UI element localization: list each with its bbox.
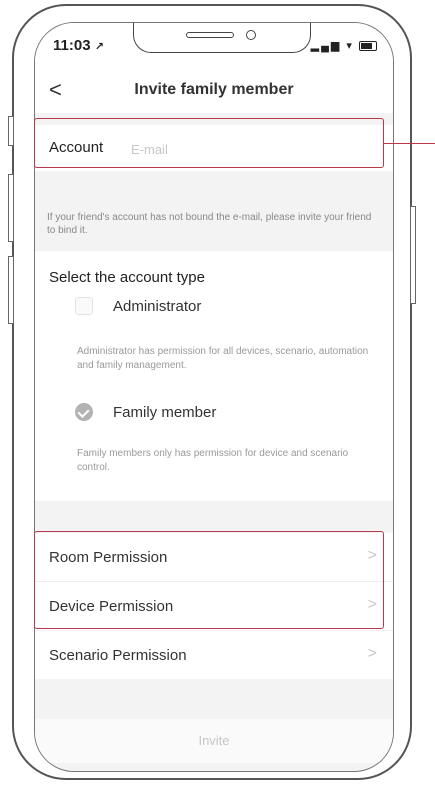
invite-button[interactable]: Invite bbox=[35, 719, 393, 763]
speaker-icon bbox=[186, 32, 234, 38]
power-button bbox=[410, 206, 416, 304]
callout-line bbox=[384, 143, 435, 144]
permission-label: Scenario Permission bbox=[49, 647, 187, 664]
status-time: 11:03 ↗ bbox=[53, 37, 104, 54]
checked-radio-icon[interactable] bbox=[75, 403, 93, 421]
volume-down-button bbox=[8, 256, 14, 324]
account-row: Account bbox=[35, 125, 393, 171]
option-administrator[interactable]: Administrator bbox=[75, 297, 201, 315]
phone-frame: 11:03 ↗ ▂▄▆ ▾ < Invite family member Acc… bbox=[8, 4, 416, 780]
chevron-right-icon: > bbox=[367, 645, 377, 662]
permission-list: Room Permission > Device Permission > Sc… bbox=[35, 533, 393, 679]
option-family-member[interactable]: Family member bbox=[75, 403, 216, 421]
nav-header: < Invite family member bbox=[35, 67, 393, 113]
signal-icon: ▂▄▆ bbox=[310, 40, 342, 52]
option-description: Family members only has permission for d… bbox=[77, 448, 349, 473]
volume-up-button bbox=[8, 174, 14, 242]
wifi-icon: ▾ bbox=[346, 40, 354, 52]
option-label: Administrator bbox=[113, 297, 202, 315]
notch bbox=[133, 23, 311, 53]
checkbox-icon[interactable] bbox=[75, 297, 93, 315]
permission-label: Room Permission bbox=[49, 549, 168, 566]
email-input[interactable] bbox=[129, 137, 353, 161]
chevron-right-icon: > bbox=[367, 596, 377, 613]
room-permission-row[interactable]: Room Permission > bbox=[35, 533, 393, 582]
option-label: Family member bbox=[113, 403, 217, 421]
camera-icon bbox=[246, 30, 256, 40]
scenario-permission-row[interactable]: Scenario Permission > bbox=[35, 631, 393, 679]
bind-email-hint: If your friend's account has not bound t… bbox=[47, 212, 372, 236]
battery-icon bbox=[359, 41, 377, 52]
account-label: Account bbox=[49, 139, 104, 156]
device-permission-row[interactable]: Device Permission > bbox=[35, 582, 393, 631]
account-type-title: Select the account type bbox=[49, 269, 205, 286]
status-icons: ▂▄▆ ▾ bbox=[311, 39, 377, 52]
screen: 11:03 ↗ ▂▄▆ ▾ < Invite family member Acc… bbox=[34, 22, 394, 772]
chevron-right-icon: > bbox=[367, 547, 377, 564]
account-type-section: Select the account type Administrator Ad… bbox=[35, 251, 393, 501]
page-title: Invite family member bbox=[134, 81, 294, 98]
option-description: Administrator has permission for all dev… bbox=[77, 346, 369, 371]
status-bar: 11:03 ↗ ▂▄▆ ▾ bbox=[35, 23, 393, 67]
mute-switch bbox=[8, 116, 14, 146]
location-arrow-icon: ↗ bbox=[94, 41, 104, 53]
permission-label: Device Permission bbox=[49, 598, 174, 615]
